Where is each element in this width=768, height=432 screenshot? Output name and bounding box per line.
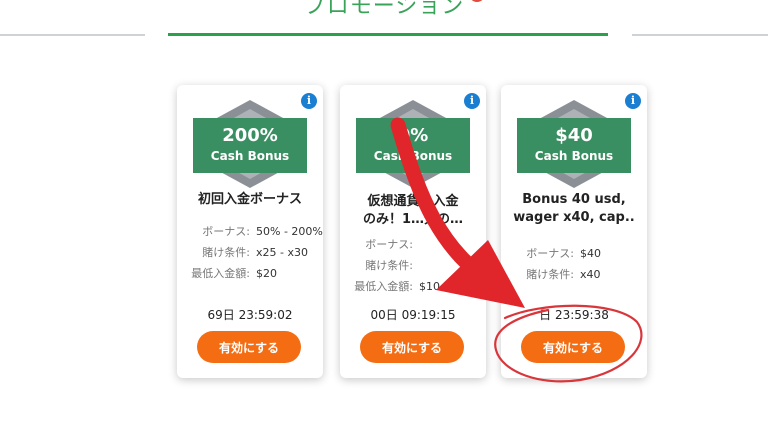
promo-title-line: のみ！1…分の… bbox=[362, 212, 464, 227]
promo-details: ボーナス: $40 賭け条件: x40 bbox=[501, 243, 647, 285]
promo-details: ボーナス: 50% - 200% 賭け条件: x25 - x30 最低入金額: … bbox=[177, 221, 323, 284]
detail-row: 賭け条件: x25 - x30 bbox=[177, 242, 323, 263]
info-icon[interactable]: i bbox=[301, 93, 317, 109]
detail-value: $40 bbox=[580, 247, 601, 260]
detail-label: 賭け条件: bbox=[202, 246, 250, 259]
detail-value: $20 bbox=[256, 267, 277, 280]
detail-row: 賭け条件: bbox=[340, 255, 486, 276]
promo-title: Bonus 40 usd, wager x40, cap.. bbox=[509, 191, 639, 227]
info-icon[interactable]: i bbox=[464, 93, 480, 109]
activate-button[interactable]: 有効にする bbox=[521, 331, 625, 363]
detail-label: ボーナス: bbox=[202, 225, 250, 238]
header-active-underline bbox=[168, 33, 608, 36]
detail-row: ボーナス: $40 bbox=[501, 243, 647, 264]
detail-value: x40 bbox=[580, 268, 601, 281]
cash-bonus-badge: 0% Cash Bonus bbox=[356, 118, 470, 173]
activate-button[interactable]: 有効にする bbox=[360, 331, 464, 363]
countdown-timer: 日 23:59:38 bbox=[539, 308, 609, 322]
badge-value: $40 bbox=[555, 125, 593, 146]
promo-title-line: 仮想通貨の入金 bbox=[367, 194, 459, 209]
header-rule-left bbox=[0, 34, 145, 36]
promo-card: i $40 Cash Bonus Bonus 40 usd, wager x40… bbox=[501, 85, 647, 378]
detail-label: 賭け条件: bbox=[526, 268, 574, 281]
badge-value: 0% bbox=[397, 125, 429, 146]
promo-title-line: 初回入金ボーナス bbox=[197, 192, 302, 207]
header-title: プロモーション bbox=[303, 0, 465, 19]
promo-card: i 0% Cash Bonus 仮想通貨の入金 のみ！1…分の… ボーナス: 賭… bbox=[340, 85, 486, 378]
cash-bonus-badge: 200% Cash Bonus bbox=[193, 118, 307, 173]
countdown-timer: 00日 09:19:15 bbox=[370, 308, 456, 322]
detail-row: ボーナス: bbox=[340, 234, 486, 255]
cash-bonus-badge: $40 Cash Bonus bbox=[517, 118, 631, 173]
badge-label: Cash Bonus bbox=[373, 149, 453, 163]
promo-details: ボーナス: 賭け条件: 最低入金額: $10 bbox=[340, 234, 486, 297]
info-icon[interactable]: i bbox=[625, 93, 641, 109]
detail-row: 最低入金額: $10 bbox=[340, 276, 486, 297]
detail-label: ボーナス: bbox=[526, 247, 574, 260]
detail-row: ボーナス: 50% - 200% bbox=[177, 221, 323, 242]
detail-row: 最低入金額: $20 bbox=[177, 263, 323, 284]
detail-label: 賭け条件: bbox=[365, 259, 413, 272]
badge-value: 200% bbox=[222, 125, 278, 146]
detail-value: $10 bbox=[419, 280, 440, 293]
detail-label: ボーナス: bbox=[365, 238, 413, 251]
promo-title-line: wager x40, cap.. bbox=[513, 210, 635, 225]
promo-title: 初回入金ボーナス bbox=[185, 191, 315, 209]
promo-card: i 200% Cash Bonus 初回入金ボーナス ボーナス: 50% - 2… bbox=[177, 85, 323, 378]
badge-label: Cash Bonus bbox=[210, 149, 290, 163]
header-rule-right bbox=[632, 34, 768, 36]
detail-label: 最低入金額: bbox=[191, 267, 250, 280]
detail-label: 最低入金額: bbox=[354, 280, 413, 293]
detail-value: x25 - x30 bbox=[256, 246, 308, 259]
countdown-timer: 69日 23:59:02 bbox=[207, 308, 293, 322]
detail-value: 50% - 200% bbox=[256, 225, 323, 238]
promo-title: 仮想通貨の入金 のみ！1…分の… bbox=[348, 193, 478, 229]
badge-label: Cash Bonus bbox=[534, 149, 614, 163]
detail-row: 賭け条件: x40 bbox=[501, 264, 647, 285]
promo-title-line: Bonus 40 usd, bbox=[522, 192, 626, 207]
activate-button[interactable]: 有効にする bbox=[197, 331, 301, 363]
